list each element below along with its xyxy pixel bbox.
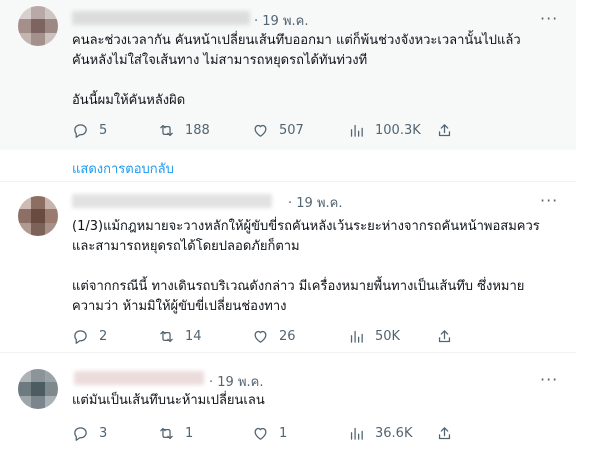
like-count: 1	[279, 425, 288, 441]
views-button[interactable]: 50K	[348, 326, 400, 346]
tweet-text: (1/3)แม้กฎหมายจะวางหลักให้ผู้ขับขี่รถคัน…	[72, 219, 540, 314]
tweet-actions: 2 14 26 50K	[72, 326, 492, 346]
tweet-3[interactable]: · 19 พ.ค. ··· แต่มันเป็นเส้นทึบนะห้ามเปล…	[0, 353, 576, 455]
retweet-count: 1	[185, 425, 194, 441]
tweet-actions: 3 1 1 36.6K	[72, 423, 492, 443]
display-name-blurred[interactable]	[72, 194, 272, 208]
like-button[interactable]: 507	[252, 120, 304, 140]
reply-icon	[74, 329, 87, 344]
like-count: 507	[279, 122, 304, 138]
display-name-blurred[interactable]	[72, 11, 250, 25]
reply-count: 3	[99, 425, 108, 441]
tweet-date[interactable]: · 19 พ.ค.	[288, 192, 342, 213]
retweet-count: 188	[185, 122, 210, 138]
like-icon	[254, 124, 267, 137]
reply-button[interactable]: 2	[72, 326, 107, 346]
share-icon	[438, 123, 451, 136]
reply-icon	[74, 123, 87, 138]
reply-button[interactable]: 3	[72, 423, 107, 443]
share-button[interactable]	[436, 120, 453, 140]
more-icon[interactable]: ···	[540, 372, 558, 388]
more-icon[interactable]: ···	[540, 11, 558, 27]
tweet-date[interactable]: · 19 พ.ค.	[254, 10, 308, 31]
views-icon	[350, 330, 363, 343]
tweet-date[interactable]: · 19 พ.ค.	[209, 371, 263, 392]
retweet-button[interactable]: 14	[158, 326, 202, 346]
avatar[interactable]	[18, 369, 58, 409]
like-button[interactable]: 1	[252, 423, 287, 443]
reply-button[interactable]: 5	[72, 120, 107, 140]
views-button[interactable]: 100.3K	[348, 120, 421, 140]
tweet-text: คนละช่วงเวลากัน คันหน้าเปลี่ยนเส้นทึบออก…	[72, 33, 521, 108]
share-button[interactable]	[436, 326, 453, 346]
share-icon	[438, 426, 451, 439]
like-count: 26	[279, 328, 296, 344]
views-icon	[350, 124, 363, 137]
like-icon	[254, 427, 267, 440]
reply-icon	[74, 426, 87, 441]
reply-count: 2	[99, 328, 108, 344]
display-name-blurred[interactable]	[74, 371, 204, 385]
views-count: 36.6K	[375, 425, 413, 441]
retweet-count: 14	[185, 328, 202, 344]
avatar[interactable]	[18, 6, 58, 46]
avatar[interactable]	[18, 196, 58, 236]
share-icon	[438, 329, 451, 342]
like-button[interactable]: 26	[252, 326, 296, 346]
like-icon	[254, 330, 267, 343]
retweet-icon	[160, 330, 173, 342]
reply-count: 5	[99, 122, 108, 138]
tweet-actions: 5 188 507 100.3K	[72, 120, 492, 140]
scrollbar-gutter[interactable]	[576, 0, 600, 455]
show-replies-link[interactable]: แสดงการตอบกลับ	[72, 158, 174, 179]
views-count: 100.3K	[375, 122, 421, 138]
tweet-2[interactable]: · 19 พ.ค. ··· (1/3)แม้กฎหมายจะวางหลักให้…	[0, 182, 576, 352]
views-icon	[350, 427, 363, 440]
retweet-button[interactable]: 188	[158, 120, 210, 140]
retweet-button[interactable]: 1	[158, 423, 193, 443]
retweet-icon	[160, 124, 173, 136]
views-button[interactable]: 36.6K	[348, 423, 412, 443]
tweet-1[interactable]: · 19 พ.ค. ··· คนละช่วงเวลากัน คันหน้าเปล…	[0, 0, 576, 150]
share-button[interactable]	[436, 423, 453, 443]
more-icon[interactable]: ···	[540, 193, 558, 209]
tweet-text: แต่มันเป็นเส้นทึบนะห้ามเปลี่ยนเลน	[72, 393, 265, 408]
views-count: 50K	[375, 328, 401, 344]
retweet-icon	[160, 427, 173, 439]
